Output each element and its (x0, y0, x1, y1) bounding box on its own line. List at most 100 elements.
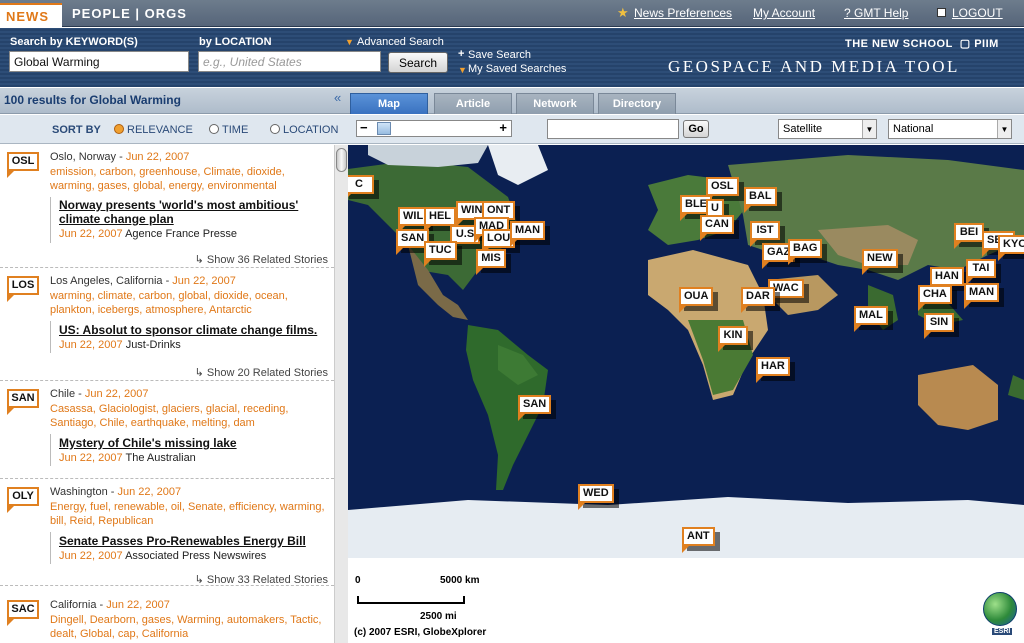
map-marker[interactable]: CAN (700, 215, 734, 241)
sort-location[interactable]: LOCATION (270, 124, 338, 136)
my-account-link[interactable]: My Account (753, 6, 815, 20)
location-tag-icon[interactable]: SAC (7, 600, 39, 626)
map-marker[interactable]: OSL (706, 177, 739, 203)
advanced-search-link[interactable]: Advanced Search (357, 36, 444, 48)
advanced-arrow-icon: ▼ (345, 37, 354, 47)
new-school-logo: THE NEW SCHOOL ▢ PIIM (845, 38, 999, 50)
story-headline-link[interactable]: Senate Passes Pro-Renewables Energy Bill (59, 534, 329, 548)
tab-map[interactable]: Map (350, 93, 428, 114)
map-marker[interactable]: MAN (964, 283, 1000, 309)
tab-news[interactable]: NEWS (0, 3, 62, 27)
results-bar: 100 results for Global Warming « Map Art… (0, 88, 1024, 114)
location-tag-icon[interactable]: SAN (7, 389, 39, 415)
my-saved-searches-link[interactable]: My Saved Searches (468, 63, 566, 75)
map-marker[interactable]: WED (578, 484, 614, 510)
map-marker[interactable]: SIN (924, 313, 954, 339)
divider (50, 532, 51, 564)
map-marker[interactable]: SAN (518, 395, 552, 421)
location-tag-icon[interactable]: OSL (7, 152, 39, 178)
go-button[interactable]: Go (683, 120, 709, 138)
map-marker[interactable]: DAR (741, 287, 775, 313)
tool-title: GEOSPACE AND MEDIA TOOL (668, 57, 960, 76)
list-item: OLY Washington - Jun 22, 2007 Energy, fu… (0, 480, 334, 586)
collapse-panel-icon[interactable]: « (334, 90, 341, 105)
tab-network[interactable]: Network (516, 93, 594, 114)
list-item: OSL Oslo, Norway - Jun 22, 2007 emission… (0, 145, 334, 268)
map-marker[interactable]: TUC (424, 241, 457, 267)
zoom-handle[interactable] (377, 122, 391, 135)
map-marker[interactable]: KYO (998, 235, 1024, 261)
map-marker[interactable]: TAI (966, 259, 996, 285)
radio-icon[interactable] (270, 124, 280, 134)
star-icon: ★ (617, 5, 629, 20)
map-marker[interactable]: MIS (476, 249, 506, 275)
news-preferences-link[interactable]: News Preferences (634, 6, 732, 20)
chevron-down-icon: ▼ (862, 120, 876, 138)
world-map[interactable]: C WIL HEL WIN ONT U.S MAD LOU MAN SAN TU… (348, 145, 1024, 558)
story-headline-link[interactable]: Mystery of Chile's missing lake (59, 436, 329, 450)
tab-people-orgs[interactable]: PEOPLE | ORGS (72, 6, 187, 21)
map-marker[interactable]: KIN (718, 326, 748, 352)
location-tag-icon[interactable]: OLY (7, 487, 39, 513)
location-input[interactable]: e.g., United States (198, 51, 381, 72)
map-location-input[interactable] (547, 119, 679, 139)
logout-link[interactable]: LOGOUT (952, 6, 1003, 20)
map-marker[interactable]: MAL (854, 306, 888, 332)
scope-select[interactable]: National ▼ (888, 119, 1012, 139)
sort-relevance[interactable]: RELEVANCE (114, 124, 193, 136)
esri-globe-icon (983, 592, 1017, 626)
top-nav-bar: NEWS PEOPLE | ORGS ★ News Preferences My… (0, 0, 1024, 27)
logout-icon (937, 8, 946, 17)
story-headline-link[interactable]: US: Absolut to sponsor climate change fi… (59, 323, 329, 337)
list-scrollbar[interactable] (334, 145, 348, 643)
tab-article[interactable]: Article (434, 93, 512, 114)
story-headline-link[interactable]: Norway presents 'world's most ambitious'… (59, 198, 329, 226)
sort-time[interactable]: TIME (209, 124, 248, 136)
map-marker[interactable]: ANT (682, 527, 715, 553)
map-marker[interactable]: IST (750, 221, 780, 247)
map-marker[interactable]: HEL (424, 207, 456, 233)
map-marker[interactable]: BEI (954, 223, 984, 249)
scale-mi: 2500 mi (420, 611, 457, 622)
scale-bar (357, 596, 465, 604)
save-search-link[interactable]: Save Search (468, 49, 531, 61)
gmt-help-link[interactable]: ? GMT Help (844, 6, 908, 20)
tab-directory[interactable]: Directory (598, 93, 676, 114)
divider (50, 321, 51, 353)
related-stories-link[interactable]: ↳ Show 33 Related Stories (195, 573, 328, 586)
story-source: Jun 22, 2007 Just-Drinks (59, 339, 181, 351)
esri-logo-label: ESRI (992, 628, 1013, 635)
map-marker[interactable]: OUA (679, 287, 714, 313)
radio-icon[interactable] (209, 124, 219, 134)
layer-select[interactable]: Satellite ▼ (778, 119, 877, 139)
map-marker[interactable]: CHA (918, 285, 952, 311)
scale-km-end: 5000 km (440, 575, 480, 586)
story-location: Los Angeles, California - Jun 22, 2007 (50, 275, 236, 287)
map-marker[interactable]: MAN (509, 221, 546, 247)
zoom-slider[interactable]: − + (356, 120, 512, 137)
map-marker[interactable]: HAN (930, 267, 964, 293)
map-marker[interactable]: BAL (744, 187, 777, 213)
map-marker[interactable]: C (348, 175, 374, 201)
related-stories-link[interactable]: ↳ Show 20 Related Stories (195, 366, 328, 379)
map-marker[interactable]: NEW (862, 249, 898, 275)
map-copyright: (c) 2007 ESRI, GlobeXplorer (354, 627, 487, 638)
map-marker[interactable]: BAG (788, 239, 823, 265)
map-toolbar: − + Go Satellite ▼ National ▼ (348, 115, 1024, 144)
story-source: Jun 22, 2007 The Australian (59, 452, 196, 464)
sort-bar: SORT BY RELEVANCE TIME LOCATION (0, 115, 348, 144)
location-label: by LOCATION (199, 36, 272, 48)
scroll-thumb[interactable] (336, 148, 347, 172)
scale-km-start: 0 (355, 575, 361, 586)
radio-icon[interactable] (114, 124, 124, 134)
related-stories-link[interactable]: ↳ Show 36 Related Stories (195, 253, 328, 266)
chevron-down-icon: ▼ (997, 120, 1011, 138)
keyword-input[interactable]: Global Warming (9, 51, 189, 72)
zoom-in-icon[interactable]: + (499, 120, 507, 135)
location-tag-icon[interactable]: LOS (7, 276, 39, 302)
map-marker[interactable]: HAR (756, 357, 790, 383)
results-count: 100 results for Global Warming (4, 93, 181, 107)
zoom-out-icon[interactable]: − (360, 120, 368, 135)
list-item: SAC California - Jun 22, 2007 Dingell, D… (0, 593, 334, 643)
search-button[interactable]: Search (388, 52, 448, 73)
